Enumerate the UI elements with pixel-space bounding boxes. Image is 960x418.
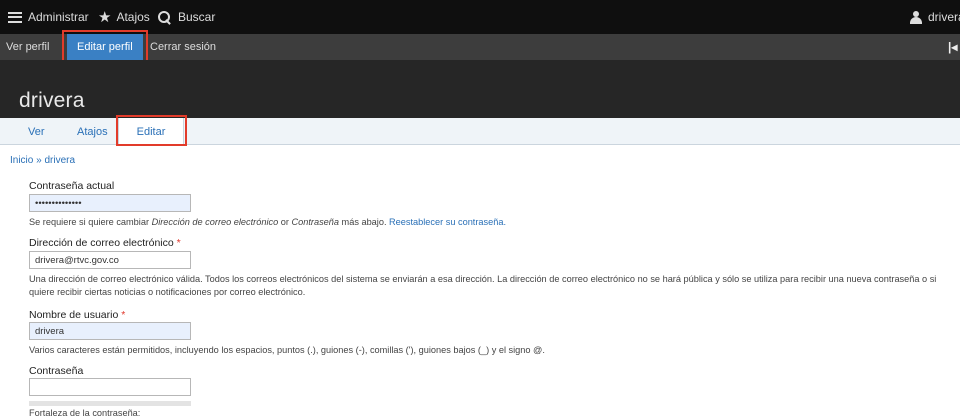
star-icon: ★ <box>98 9 112 26</box>
email-field[interactable]: drivera@rtvc.gov.co <box>29 251 191 269</box>
current-password-label: Contraseña actual <box>29 180 115 192</box>
desc-emphasis-email: Dirección de correo electrónico <box>151 217 279 227</box>
username-label: Nombre de usuario * <box>29 309 125 321</box>
desc-text: or <box>278 217 292 227</box>
current-password-field[interactable]: •••••••••••••• <box>29 194 191 212</box>
password-label: Contraseña <box>29 365 84 377</box>
tab-view[interactable]: Ver <box>28 118 45 145</box>
breadcrumb-separator: » <box>36 155 42 166</box>
user-label: drivera <box>928 10 960 24</box>
password-strength-label: Fortaleza de la contraseña: <box>29 408 141 418</box>
shortcuts-menu-button[interactable]: ★ Atajos <box>98 0 150 34</box>
logout-link[interactable]: Cerrar sesión <box>150 34 216 60</box>
reset-password-link[interactable]: Reestablecer su contraseña. <box>389 217 506 227</box>
required-marker: * <box>176 237 181 249</box>
required-marker: * <box>121 309 126 321</box>
email-description: Una dirección de correo electrónico váli… <box>29 274 937 297</box>
breadcrumb-home-link[interactable]: Inicio <box>10 155 33 166</box>
current-password-description: Se requiere si quiere cambiar Dirección … <box>29 216 949 229</box>
username-description: Varios caracteres están permitidos, incl… <box>29 345 545 355</box>
user-menu-button[interactable]: drivera <box>910 0 960 34</box>
admin-toolbar: Administrar ★ Atajos Buscar drivera <box>0 0 960 34</box>
desc-emphasis-password: Contraseña <box>291 217 340 227</box>
desc-text: más abajo. <box>339 217 390 227</box>
breadcrumb: Inicio » drivera <box>10 155 75 166</box>
toolbar-orientation-toggle-icon[interactable]: |◂ <box>948 34 960 60</box>
manage-label: Administrar <box>28 10 89 24</box>
username-field[interactable]: drivera <box>29 322 191 340</box>
search-label: Buscar <box>178 10 216 24</box>
tab-shortcuts[interactable]: Atajos <box>77 118 108 145</box>
email-label-text: Dirección de correo electrónico <box>29 237 174 249</box>
page-header: drivera <box>0 60 960 118</box>
user-icon <box>910 10 922 24</box>
breadcrumb-current-link[interactable]: drivera <box>44 155 75 166</box>
page-title: drivera <box>19 89 85 112</box>
hamburger-icon <box>8 11 22 23</box>
view-profile-link[interactable]: Ver perfil <box>6 34 49 60</box>
password-field[interactable] <box>29 378 191 396</box>
manage-menu-button[interactable]: Administrar <box>8 0 89 34</box>
desc-text: Se requiere si quiere cambiar <box>29 217 152 227</box>
password-strength-bar <box>29 401 191 406</box>
search-icon <box>158 10 171 24</box>
search-menu-button[interactable]: Buscar <box>158 0 215 34</box>
shortcuts-label: Atajos <box>116 10 150 24</box>
highlight-edit-tab <box>116 115 187 146</box>
username-label-text: Nombre de usuario <box>29 309 119 321</box>
email-label: Dirección de correo electrónico * <box>29 237 181 249</box>
